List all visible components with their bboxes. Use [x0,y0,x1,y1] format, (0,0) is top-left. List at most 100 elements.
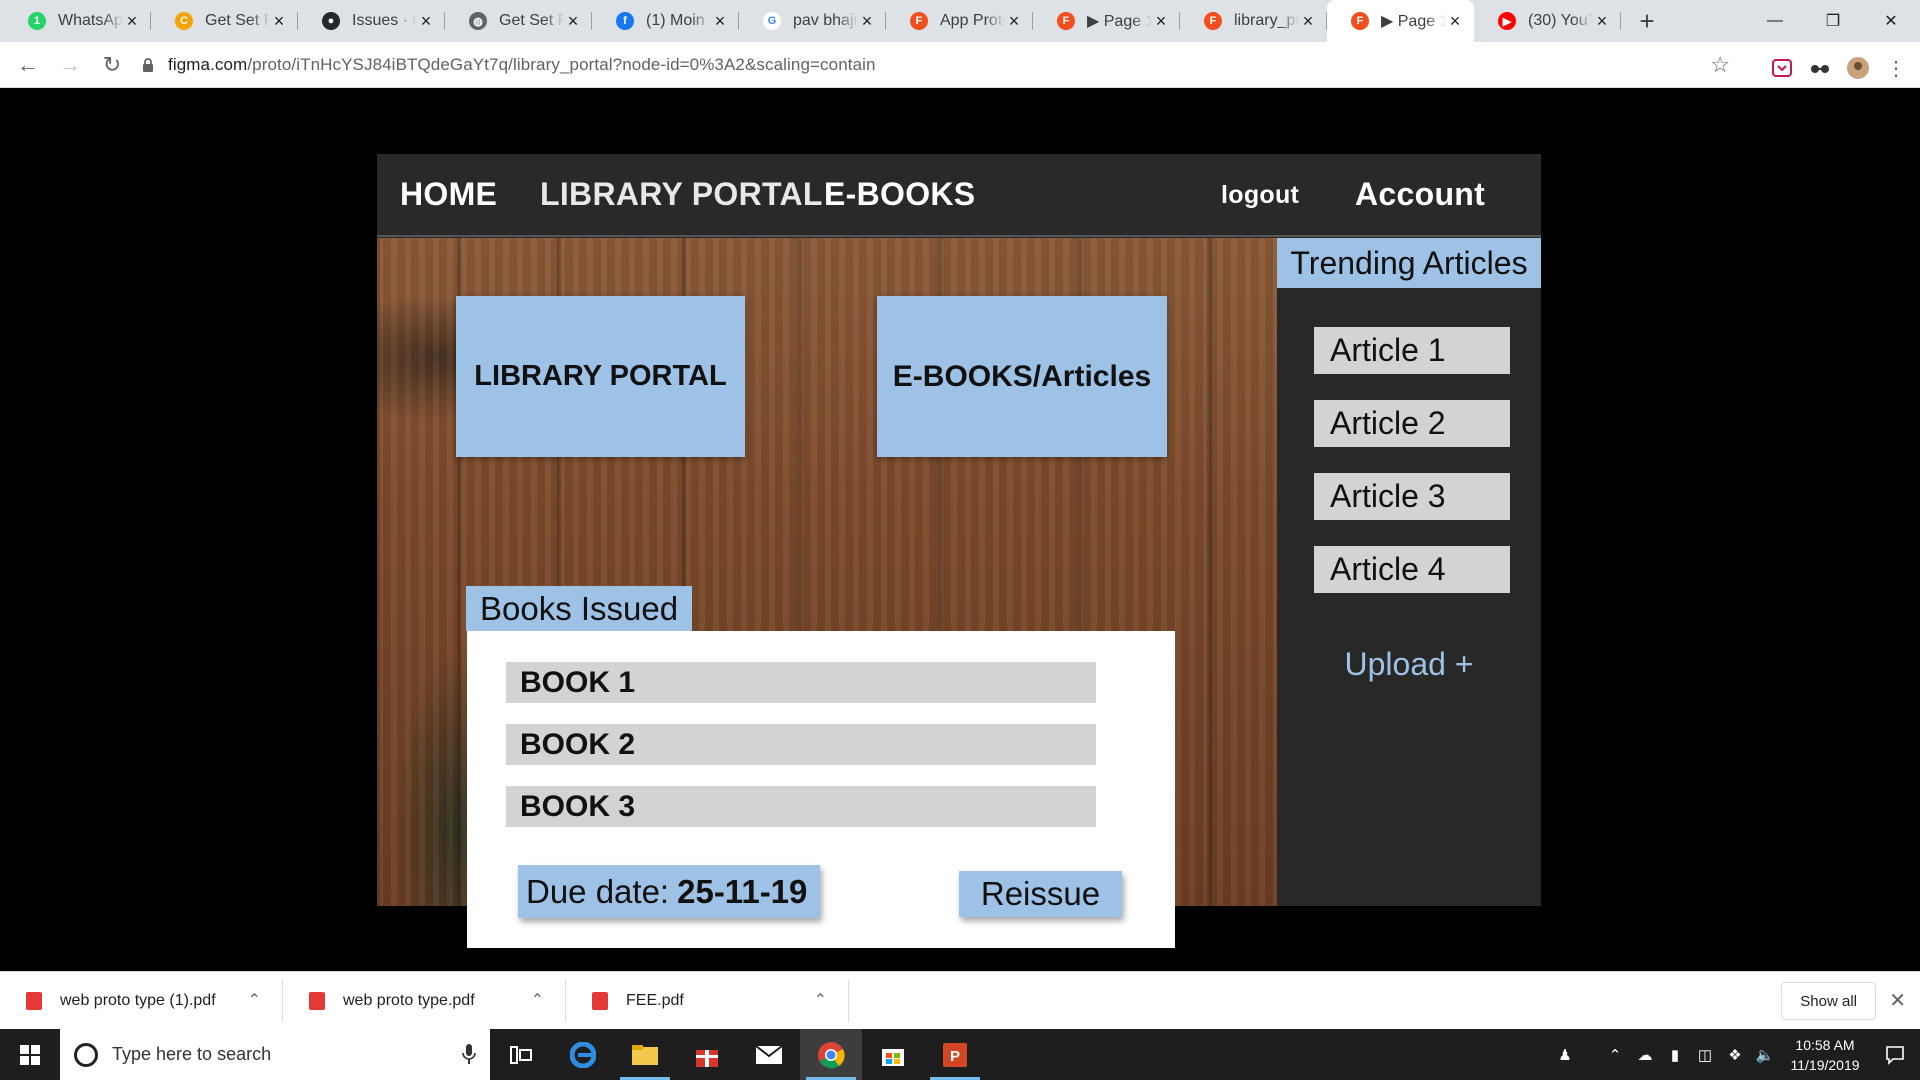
bookmark-star-icon[interactable]: ☆ [1710,52,1730,78]
nav-library-portal[interactable]: LIBRARY PORTAL [540,176,823,213]
address-bar[interactable]: figma.com/proto/iTnHcYSJ84iBTQdeGaYt7q/l… [140,48,1730,82]
pdf-file-icon [309,991,325,1010]
browser-tab[interactable]: C Get Set FC× [151,0,298,42]
clock-date: 11/19/2019 [1790,1056,1860,1073]
browser-tab[interactable]: 1 WhatsApp× [4,0,151,42]
github-icon: ● [322,12,340,30]
download-item[interactable]: web proto type (1).pdf ⌃ [0,972,283,1030]
nav-ebooks[interactable]: E-BOOKS [824,176,975,213]
powerpoint-icon[interactable]: P [924,1029,986,1080]
taskbar-search-box[interactable]: Type here to search [60,1029,490,1080]
tab-title: (1) Moin K [646,12,711,29]
download-shelf: web proto type (1).pdf ⌃ web proto type.p… [0,971,1920,1029]
close-tab-icon[interactable]: × [417,11,435,32]
nav-home[interactable]: HOME [400,176,497,213]
trending-articles-panel: Trending Articles Article 1 Article 2 Ar… [1277,238,1541,906]
browser-tab[interactable]: ◍ Get Set FC× [445,0,592,42]
svg-text:P: P [950,1048,960,1065]
browser-tab[interactable]: F App Proto × [886,0,1033,42]
article-item-3[interactable]: Article 3 [1314,473,1510,520]
windows-start-icon[interactable] [0,1029,60,1080]
library-portal-frame: HOME LIBRARY PORTAL E-BOOKS logout Accou… [377,154,1541,948]
reissue-button[interactable]: Reissue [959,871,1122,917]
issued-book-1[interactable]: BOOK 1 [506,662,1096,703]
browser-tab[interactable]: f (1) Moin K× [592,0,739,42]
chevron-up-icon[interactable]: ⌃ [531,990,544,1010]
taskbar-clock[interactable]: 10:58 AM 11/19/2019 [1780,1035,1870,1075]
issued-book-2[interactable]: BOOK 2 [506,724,1096,765]
microphone-icon[interactable] [462,1043,476,1070]
figma-icon: F [1057,12,1075,30]
notifications-icon[interactable] [1870,1029,1920,1080]
prototype-viewport: HOME LIBRARY PORTAL E-BOOKS logout Accou… [0,89,1920,971]
tab-title: ▶ Page 1 [1381,13,1446,30]
close-tab-icon[interactable]: × [1299,11,1317,32]
youtube-icon: ▶ [1498,12,1516,30]
browser-tab[interactable]: Gpav bhaji ·× [739,0,886,42]
browser-tab[interactable]: ● Issues · ch× [298,0,445,42]
article-item-2[interactable]: Article 2 [1314,400,1510,447]
chevron-up-icon[interactable]: ⌃ [814,990,827,1010]
wifi-icon[interactable]: ◫ [1690,1046,1720,1064]
close-tab-icon[interactable]: × [1152,11,1170,32]
system-tray: ♟ ⌃ ☁ ▮ ◫ ❖ 🔈 10:58 AM 11/19/2019 [1550,1029,1920,1080]
window-controls: — ❐ ✕ [1746,0,1920,42]
chevron-up-icon[interactable]: ⌃ [248,990,261,1010]
incognito-extension-icon[interactable] [1808,56,1832,80]
close-tab-icon[interactable]: × [564,11,582,32]
dropbox-icon[interactable]: ❖ [1720,1046,1750,1064]
chevron-up-icon[interactable]: ⌃ [1600,1046,1630,1064]
volume-icon[interactable]: 🔈 [1750,1046,1780,1064]
close-tab-icon[interactable]: × [1593,11,1611,32]
close-tab-icon[interactable]: × [123,11,141,32]
store-icon[interactable] [862,1029,924,1080]
download-item[interactable]: web proto type.pdf ⌃ [283,972,566,1030]
nav-account[interactable]: Account [1355,176,1485,213]
browser-menu-icon[interactable]: ⋮ [1884,56,1908,80]
task-view-icon[interactable] [490,1029,552,1080]
due-date-value: 25-11-19 [677,872,808,910]
upload-button[interactable]: Upload + [1277,646,1541,683]
download-item[interactable]: FEE.pdf ⌃ [566,972,849,1030]
gift-app-icon[interactable] [676,1029,738,1080]
browser-tab[interactable]: F ▶ Page 1 × [1033,0,1180,42]
figma-icon: F [1351,12,1369,30]
close-window-button[interactable]: ✕ [1862,0,1920,42]
close-tab-icon[interactable]: × [1005,11,1023,32]
back-button[interactable]: ← [8,45,48,85]
ebooks-articles-tile[interactable]: E-BOOKS/Articles [877,296,1167,457]
minimize-button[interactable]: — [1746,0,1804,42]
profile-avatar[interactable] [1846,56,1870,80]
browser-tab[interactable]: F ▶ Page 1 × [1327,0,1474,42]
edge-icon[interactable] [552,1029,614,1080]
close-tab-icon[interactable]: × [711,11,729,32]
forward-button[interactable]: → [50,45,90,85]
issued-book-3[interactable]: BOOK 3 [506,786,1096,827]
battery-icon[interactable]: ▮ [1660,1046,1690,1064]
close-icon[interactable]: ✕ [1889,988,1906,1013]
reload-button[interactable]: ↻ [92,45,132,85]
show-all-button[interactable]: Show all [1781,982,1876,1020]
restore-button[interactable]: ❐ [1804,0,1862,42]
file-explorer-icon[interactable] [614,1029,676,1080]
pocket-extension-icon[interactable] [1770,56,1794,80]
cortana-icon [74,1042,98,1067]
chrome-icon[interactable] [800,1029,862,1080]
url-host: figma.com [168,55,248,74]
people-icon[interactable]: ♟ [1550,1046,1580,1064]
close-tab-icon[interactable]: × [858,11,876,32]
library-portal-tile[interactable]: LIBRARY PORTAL [456,296,745,457]
pdf-file-icon [26,991,42,1010]
mail-icon[interactable] [738,1029,800,1080]
nav-logout[interactable]: logout [1221,181,1299,210]
browser-tab[interactable]: ▶ (30) YouTu× [1474,0,1621,42]
close-tab-icon[interactable]: × [270,11,288,32]
new-tab-button[interactable]: + [1627,0,1667,42]
article-item-1[interactable]: Article 1 [1314,327,1510,374]
article-item-4[interactable]: Article 4 [1314,546,1510,593]
tab-title: App Proto [940,12,1005,29]
close-tab-icon[interactable]: × [1446,11,1464,32]
onedrive-icon[interactable]: ☁ [1630,1046,1660,1064]
due-date-badge: Due date: 25-11-19 [518,865,820,918]
browser-tab[interactable]: Flibrary_po × [1180,0,1327,42]
